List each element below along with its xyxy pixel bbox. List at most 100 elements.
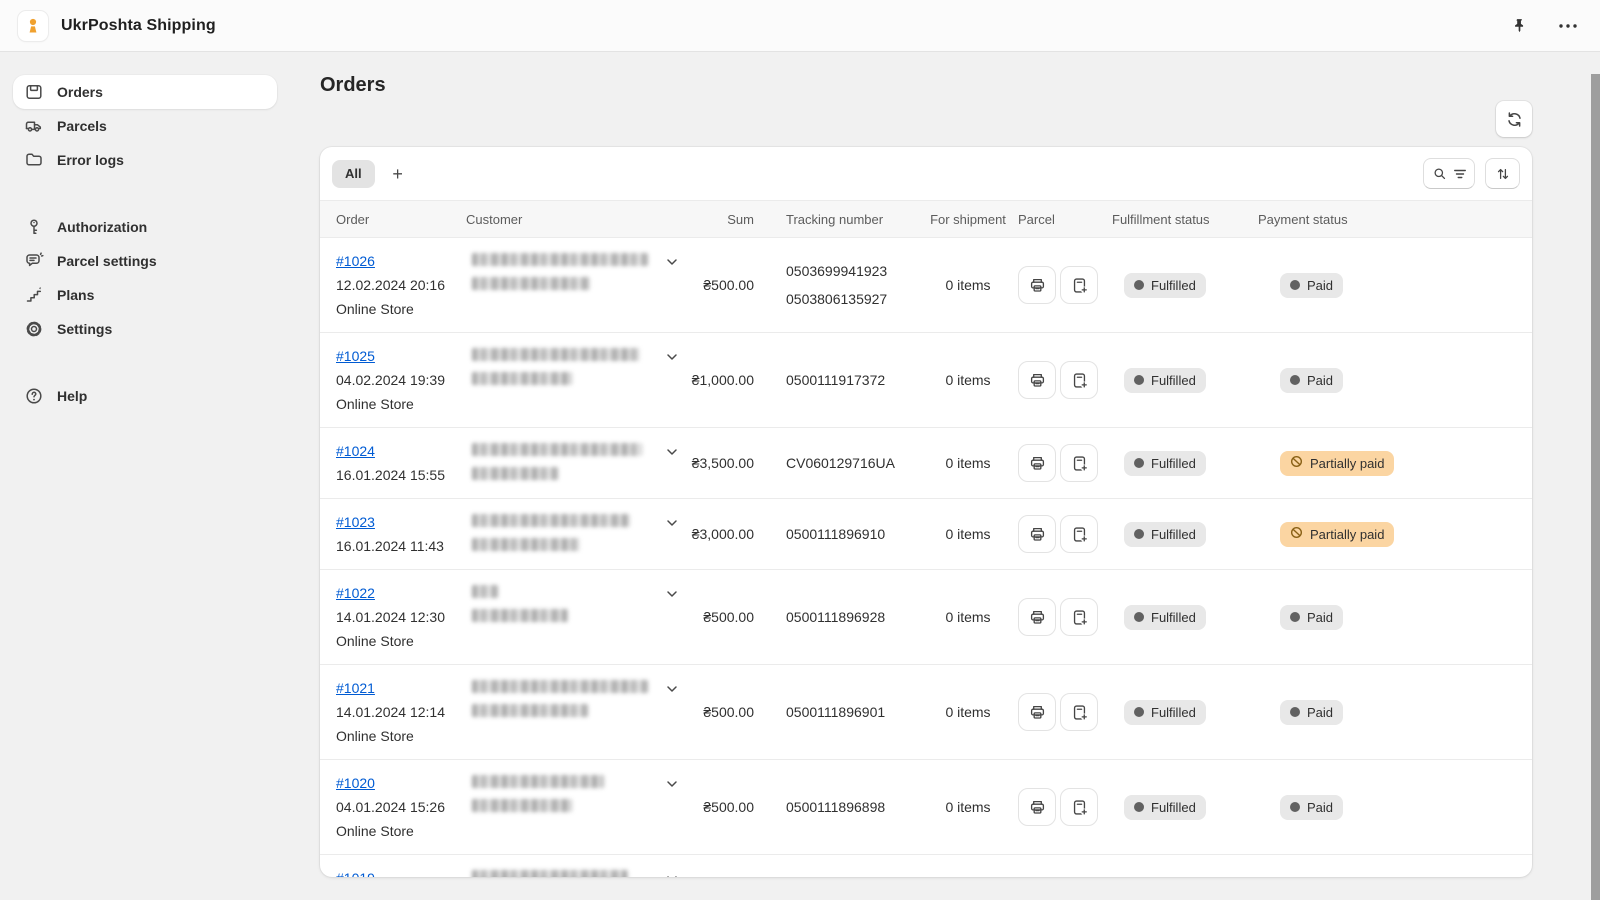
tab-all[interactable]: All: [332, 160, 375, 188]
order-cell: #1021 14.01.2024 12:14 Online Store: [336, 665, 466, 759]
print-label-button[interactable]: [1018, 788, 1056, 826]
tabbar: All +: [320, 147, 1532, 200]
order-cell: #1025 04.02.2024 19:39 Online Store: [336, 333, 466, 427]
create-parcel-button[interactable]: [1060, 515, 1098, 553]
sidebar-item-label: Plans: [57, 287, 94, 303]
sidebar-item-parcels[interactable]: Parcels: [13, 109, 277, 143]
shipment-cell: 0 items: [918, 855, 1018, 877]
add-view-button[interactable]: +: [383, 160, 413, 188]
chevron-down-icon[interactable]: [664, 254, 680, 273]
print-label-button[interactable]: [1018, 444, 1056, 482]
sidebar-item-label: Parcel settings: [57, 253, 157, 269]
col-header-for-shipment[interactable]: For shipment: [918, 212, 1018, 227]
sum-cell: ₴500.00: [690, 238, 768, 332]
status-dot-icon: [1134, 802, 1144, 812]
main-content: Orders All +: [290, 52, 1600, 900]
status-dot-icon: [1134, 612, 1144, 622]
sidebar-item-error-logs[interactable]: Error logs: [13, 143, 277, 177]
chevron-down-icon[interactable]: [664, 776, 680, 795]
sidebar-item-plans[interactable]: Plans: [13, 278, 277, 312]
sort-button[interactable]: [1485, 158, 1520, 189]
chevron-down-icon[interactable]: [664, 681, 680, 700]
col-header-payment-status[interactable]: Payment status: [1254, 212, 1516, 227]
customer-cell: [466, 760, 690, 854]
sidebar-item-orders[interactable]: Orders: [13, 75, 277, 109]
sync-icon: [1505, 110, 1524, 129]
shipment-cell: 0 items: [918, 760, 1018, 854]
fulfillment-cell: Fulfilled: [1108, 499, 1254, 569]
sidebar-item-label: Orders: [57, 84, 103, 100]
customer-redacted: [472, 870, 628, 877]
col-header-order[interactable]: Order: [336, 212, 466, 227]
app-title: UkrPoshta Shipping: [61, 17, 216, 35]
payment-cell: Paid: [1254, 665, 1516, 759]
customer-cell: [466, 665, 690, 759]
order-date: 14.01.2024 12:30: [336, 605, 445, 629]
sidebar-item-authorization[interactable]: Authorization: [13, 210, 277, 244]
chevron-down-icon[interactable]: [664, 586, 680, 605]
sidebar-item-settings[interactable]: Settings: [13, 312, 277, 346]
order-link[interactable]: #1023: [336, 510, 375, 534]
print-label-button[interactable]: [1018, 598, 1056, 636]
payment-cell: Partially paid: [1254, 428, 1516, 498]
chevron-down-icon[interactable]: [664, 444, 680, 463]
document-plus-icon: [1070, 525, 1089, 544]
tracking-cell: 0500111917372: [768, 333, 918, 427]
order-link[interactable]: #1025: [336, 344, 375, 368]
sum-cell: ₴1,000.00: [690, 333, 768, 427]
customer-redacted: [472, 585, 568, 622]
order-link[interactable]: #1022: [336, 581, 375, 605]
fulfillment-label: Fulfilled: [1151, 705, 1196, 720]
payment-badge: Partially paid: [1280, 522, 1394, 547]
customer-name-blurred: [472, 348, 640, 361]
col-header-parcel[interactable]: Parcel: [1018, 212, 1108, 227]
create-parcel-button[interactable]: [1060, 361, 1098, 399]
print-label-button[interactable]: [1018, 361, 1056, 399]
parcel-cell: [1018, 499, 1108, 569]
col-header-customer[interactable]: Customer: [466, 212, 690, 227]
create-parcel-button[interactable]: [1060, 788, 1098, 826]
print-label-button[interactable]: [1018, 515, 1056, 553]
create-parcel-button[interactable]: [1060, 693, 1098, 731]
vertical-scrollbar[interactable]: [1591, 74, 1600, 900]
chevron-down-icon[interactable]: [664, 515, 680, 534]
create-parcel-button[interactable]: [1060, 266, 1098, 304]
sync-orders-button[interactable]: [1496, 101, 1532, 137]
tracking-number: 0500111896901: [786, 704, 885, 720]
tracking-cell: CV060129716UA: [768, 428, 918, 498]
payment-badge: Paid: [1280, 368, 1343, 393]
sidebar-item-parcel-settings[interactable]: Parcel settings: [13, 244, 277, 278]
sum-cell: ₴1,600.00: [690, 855, 768, 877]
order-channel: Online Store: [336, 392, 414, 416]
order-link[interactable]: #1019: [336, 866, 375, 877]
order-row: #1026 12.02.2024 20:16 Online Store ₴500…: [320, 238, 1532, 333]
printer-icon: [1028, 798, 1047, 817]
chevron-down-icon[interactable]: [664, 871, 680, 877]
key-icon: [24, 217, 44, 237]
fulfillment-cell: Fulfilled: [1108, 428, 1254, 498]
order-link[interactable]: #1021: [336, 676, 375, 700]
print-label-button[interactable]: [1018, 266, 1056, 304]
col-header-fulfillment-status[interactable]: Fulfillment status: [1108, 212, 1254, 227]
print-label-button[interactable]: [1018, 693, 1056, 731]
order-link[interactable]: #1020: [336, 771, 375, 795]
create-parcel-button[interactable]: [1060, 598, 1098, 636]
ellipsis-icon[interactable]: [1554, 19, 1582, 33]
shipment-cell: 0 items: [918, 665, 1018, 759]
tracking-number: CV060129716UA: [786, 455, 895, 471]
fulfillment-cell: Fulfilled: [1108, 855, 1254, 877]
order-link[interactable]: #1026: [336, 249, 375, 273]
fulfillment-cell: Fulfilled: [1108, 570, 1254, 664]
search-icon: [1432, 166, 1448, 182]
pin-icon[interactable]: [1507, 13, 1532, 38]
col-header-sum[interactable]: Sum: [690, 212, 768, 227]
order-link[interactable]: #1024: [336, 439, 375, 463]
chevron-down-icon[interactable]: [664, 349, 680, 368]
fulfillment-badge: Fulfilled: [1124, 451, 1206, 476]
col-header-tracking[interactable]: Tracking number: [768, 212, 918, 227]
create-parcel-button[interactable]: [1060, 444, 1098, 482]
search-filter-button[interactable]: [1423, 158, 1475, 189]
customer-cell: [466, 570, 690, 664]
sidebar-item-help[interactable]: Help: [13, 379, 277, 413]
tracking-cell: 05036999419230503806135927: [768, 238, 918, 332]
